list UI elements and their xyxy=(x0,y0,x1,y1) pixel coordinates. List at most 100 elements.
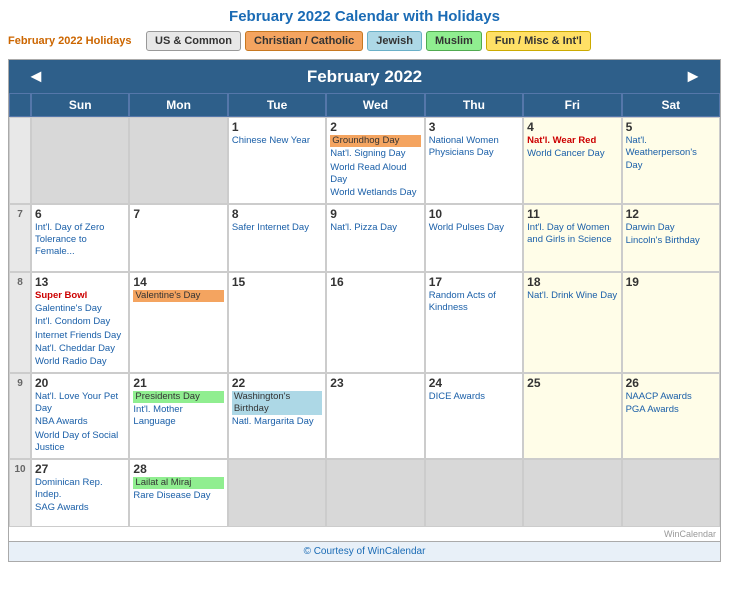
holiday-entry: NAACP Awards xyxy=(626,391,716,403)
holiday-entry: Nat'l. Love Your Pet Day xyxy=(35,391,125,416)
day-number: 6 xyxy=(35,207,125,221)
filter-label: February 2022 Holidays xyxy=(8,35,138,47)
holiday-entry: Washington's Birthday xyxy=(232,391,322,416)
holiday-entry: World Cancer Day xyxy=(527,148,617,160)
week-num-header xyxy=(9,93,31,117)
holiday-entry: World Radio Day xyxy=(35,356,125,368)
filter-btn-fun[interactable]: Fun / Misc & Int'l xyxy=(486,31,591,51)
holiday-entry: Int'l. Condom Day xyxy=(35,316,125,328)
day-number: 19 xyxy=(626,275,716,289)
holiday-entry: Nat'l. Weatherperson's Day xyxy=(626,135,716,172)
filter-btn-muslim[interactable]: Muslim xyxy=(426,31,482,51)
month-year-title: February 2022 xyxy=(307,67,422,87)
day-cell: 11Int'l. Day of Women and Girls in Scien… xyxy=(523,204,621,272)
holiday-entry: Galentine's Day xyxy=(35,303,125,315)
filter-btn-jewish[interactable]: Jewish xyxy=(367,31,422,51)
day-cell: 20Nat'l. Love Your Pet DayNBA AwardsWorl… xyxy=(31,373,129,459)
col-header-sat: Sat xyxy=(622,93,720,117)
filter-btn-christian[interactable]: Christian / Catholic xyxy=(245,31,363,51)
week-num-1: 7 xyxy=(9,204,31,272)
holiday-entry: Internet Friends Day xyxy=(35,330,125,342)
filter-bar: February 2022 Holidays US & CommonChrist… xyxy=(8,31,721,51)
day-number: 8 xyxy=(232,207,322,221)
holiday-entry: World Wetlands Day xyxy=(330,187,420,199)
day-cell: 2Groundhog DayNat'l. Signing Day World Re… xyxy=(326,117,424,204)
page-wrapper: February 2022 Calendar with Holidays Feb… xyxy=(0,0,729,570)
day-number: 10 xyxy=(429,207,519,221)
day-number: 14 xyxy=(133,275,223,289)
holiday-entry: Natl. Margarita Day xyxy=(232,416,322,428)
holiday-entry: Random Acts of Kindness xyxy=(429,290,519,315)
holiday-entry: National Women Physicians Day xyxy=(429,135,519,160)
day-cell: 10World Pulses Day xyxy=(425,204,523,272)
day-number: 3 xyxy=(429,120,519,134)
holiday-entry: World Read Aloud Day xyxy=(330,162,420,187)
day-number: 27 xyxy=(35,462,125,476)
holiday-entry: Nat'l. Wear Red xyxy=(527,135,617,147)
day-cell xyxy=(425,459,523,527)
day-cell: 26NAACP AwardsPGA Awards xyxy=(622,373,720,459)
holiday-entry: Int'l. Day of Women and Girls in Science xyxy=(527,222,617,247)
holiday-entry: NBA Awards xyxy=(35,416,125,428)
day-number: 4 xyxy=(527,120,617,134)
holiday-entry: DICE Awards xyxy=(429,391,519,403)
holiday-entry: Nat'l. Signing Day xyxy=(330,148,420,160)
holiday-entry: SAG Awards xyxy=(35,502,125,514)
holiday-entry: Nat'l. Pizza Day xyxy=(330,222,420,234)
day-number: 28 xyxy=(133,462,223,476)
day-number: 2 xyxy=(330,120,420,134)
filter-btn-us[interactable]: US & Common xyxy=(146,31,241,51)
week-num-0 xyxy=(9,117,31,204)
next-month-button[interactable]: ► xyxy=(676,66,710,87)
col-header-thu: Thu xyxy=(425,93,523,117)
day-cell: 15 xyxy=(228,272,326,373)
day-cell xyxy=(31,117,129,204)
day-cell xyxy=(523,459,621,527)
week-num-2: 8 xyxy=(9,272,31,373)
day-number: 18 xyxy=(527,275,617,289)
day-cell: 9Nat'l. Pizza Day xyxy=(326,204,424,272)
calendar-grid: SunMonTueWedThuFriSat1Chinese New Year2G… xyxy=(9,93,720,527)
day-cell: 8Safer Internet Day xyxy=(228,204,326,272)
day-cell xyxy=(622,459,720,527)
day-cell: 19 xyxy=(622,272,720,373)
holiday-entry: Lailat al Miraj xyxy=(133,477,223,489)
day-cell: 18Nat'l. Drink Wine Day xyxy=(523,272,621,373)
day-number: 7 xyxy=(133,207,223,221)
day-number: 5 xyxy=(626,120,716,134)
day-cell: 25 xyxy=(523,373,621,459)
day-cell: 4Nat'l. Wear RedWorld Cancer Day xyxy=(523,117,621,204)
day-cell: 24DICE Awards xyxy=(425,373,523,459)
week-num-4: 10 xyxy=(9,459,31,527)
day-cell: 21Presidents DayInt'l. Mother Language xyxy=(129,373,227,459)
day-cell: 1Chinese New Year xyxy=(228,117,326,204)
holiday-entry: Groundhog Day xyxy=(330,135,420,147)
holiday-entry: Rare Disease Day xyxy=(133,490,223,502)
day-number: 25 xyxy=(527,376,617,390)
day-cell xyxy=(129,117,227,204)
day-number: 9 xyxy=(330,207,420,221)
holiday-entry: Nat'l. Cheddar Day xyxy=(35,343,125,355)
day-cell: 28Lailat al MirajRare Disease Day xyxy=(129,459,227,527)
day-cell: 14Valentine's Day xyxy=(129,272,227,373)
day-number: 12 xyxy=(626,207,716,221)
holiday-entry: World Pulses Day xyxy=(429,222,519,234)
day-number: 24 xyxy=(429,376,519,390)
day-number: 22 xyxy=(232,376,322,390)
day-number: 11 xyxy=(527,207,617,221)
day-cell: 7 xyxy=(129,204,227,272)
week-num-3: 9 xyxy=(9,373,31,459)
day-cell: 12Darwin DayLincoln's Birthday xyxy=(622,204,720,272)
day-cell: 16 xyxy=(326,272,424,373)
day-number: 23 xyxy=(330,376,420,390)
holiday-entry: Super Bowl xyxy=(35,290,125,302)
holiday-entry: Lincoln's Birthday xyxy=(626,235,716,247)
day-cell xyxy=(326,459,424,527)
footer-credit: © Courtesy of WinCalendar xyxy=(9,541,720,561)
wincalendar-credit: WinCalendar xyxy=(9,527,720,541)
holiday-entry: Presidents Day xyxy=(133,391,223,403)
prev-month-button[interactable]: ◄ xyxy=(19,66,53,87)
holiday-entry: Int'l. Day of Zero Tolerance to Female..… xyxy=(35,222,125,259)
holiday-entry: PGA Awards xyxy=(626,404,716,416)
page-title: February 2022 Calendar with Holidays xyxy=(8,8,721,25)
